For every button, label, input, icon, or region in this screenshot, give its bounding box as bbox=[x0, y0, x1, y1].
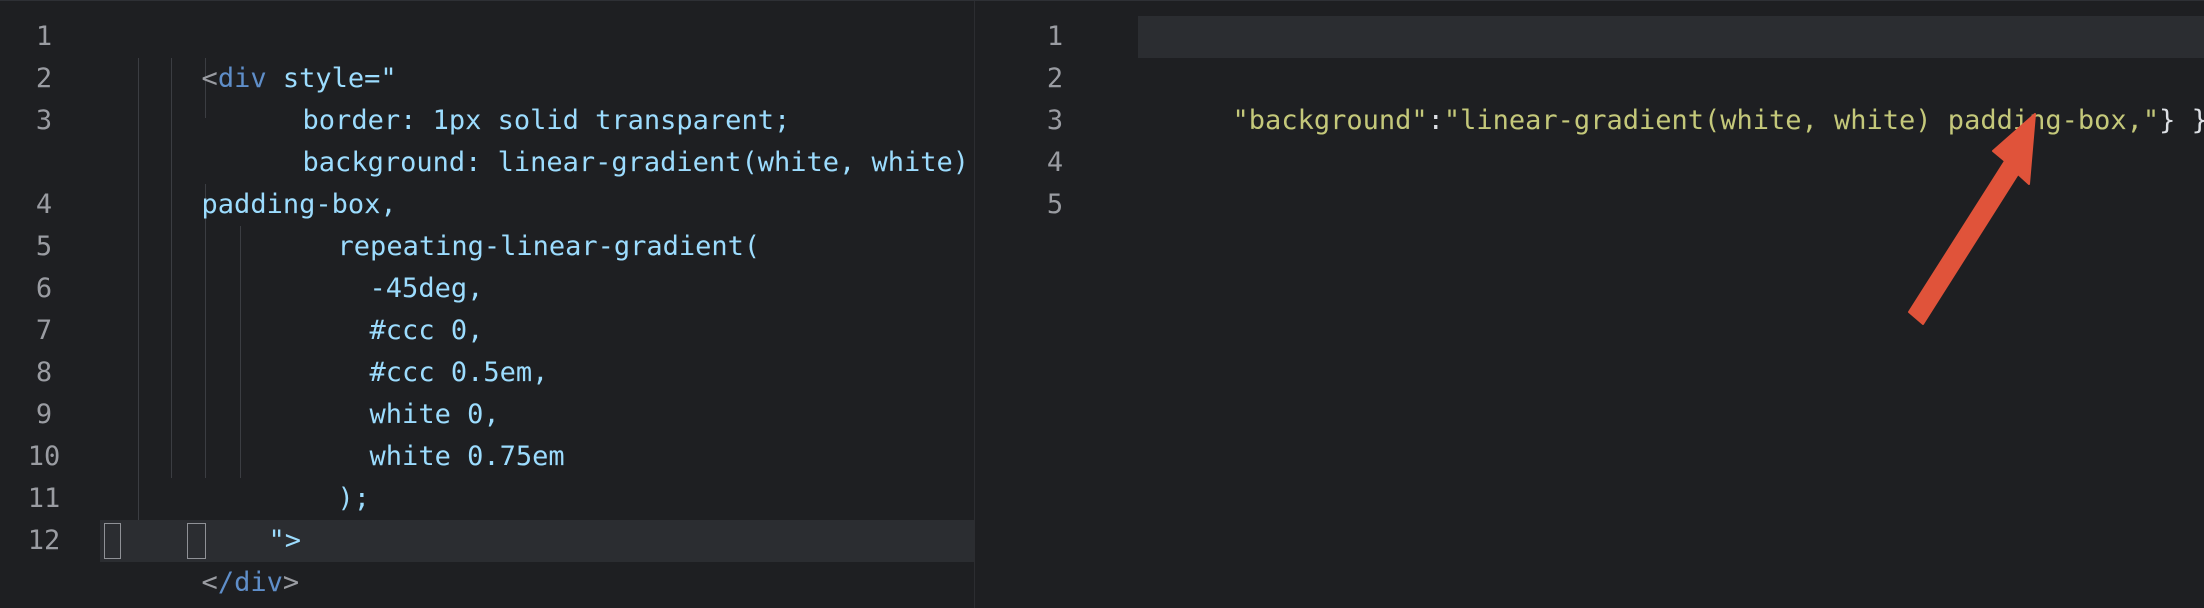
code-line: <div style=" bbox=[104, 16, 397, 94]
tag-bracket: > bbox=[282, 567, 300, 598]
line-number: 5 bbox=[35, 231, 53, 262]
line-number: 12 bbox=[27, 525, 61, 556]
json-colon: : bbox=[1427, 105, 1444, 136]
code-line: #ccc 0, bbox=[272, 268, 484, 346]
code-line: ); bbox=[240, 436, 371, 514]
line-number: 1 bbox=[1046, 21, 1064, 52]
line-number: 3 bbox=[35, 105, 53, 136]
code-line: "> bbox=[171, 478, 302, 556]
current-line-highlight bbox=[1138, 16, 2204, 58]
line-number: 10 bbox=[27, 441, 61, 472]
line-number: 8 bbox=[35, 357, 53, 388]
line-number: 9 bbox=[35, 399, 53, 430]
editor-window: 1 2 3 4 5 6 7 8 9 10 11 12 <div style=" … bbox=[0, 0, 2204, 608]
css-text: white 0.75em bbox=[369, 441, 565, 472]
line-number: 4 bbox=[35, 189, 53, 220]
line-number: 3 bbox=[1046, 105, 1064, 136]
line-number: 4 bbox=[1046, 147, 1064, 178]
code-line: repeating-linear-gradient( bbox=[240, 184, 761, 262]
code-line: -45deg, bbox=[272, 226, 484, 304]
indent-guide bbox=[171, 58, 172, 478]
code-line: white 0, bbox=[272, 352, 500, 430]
tag-bracket: < bbox=[201, 567, 218, 598]
css-text: background: linear-gradient(white, white… bbox=[302, 147, 970, 178]
tag-name: /div bbox=[217, 567, 283, 598]
code-line: white 0.75em bbox=[272, 394, 565, 472]
line-number: 1 bbox=[35, 21, 53, 52]
left-editor-pane[interactable]: 1 2 3 4 5 6 7 8 9 10 11 12 <div style=" … bbox=[0, 1, 1000, 608]
bracket-match-box bbox=[104, 523, 121, 559]
line-number: 6 bbox=[35, 273, 53, 304]
bracket-match-box bbox=[187, 523, 206, 559]
code-line: border: 1px solid transparent; bbox=[205, 58, 791, 136]
line-number: 2 bbox=[35, 63, 53, 94]
code-line: "background":"linear-gradient(white, whi… bbox=[1135, 58, 2204, 136]
line-number: 7 bbox=[35, 315, 53, 346]
code-line: #ccc 0.5em, bbox=[272, 310, 549, 388]
line-number: 5 bbox=[1046, 189, 1064, 220]
indent-guide bbox=[205, 184, 206, 478]
line-number: 2 bbox=[1046, 63, 1064, 94]
css-text: ); bbox=[337, 483, 371, 514]
right-editor-pane[interactable]: 1 2 3 4 5 "background":"linear-gradient(… bbox=[974, 1, 2204, 608]
json-tail: } })) bbox=[2159, 105, 2204, 136]
line-number: 11 bbox=[27, 483, 61, 514]
json-key: "background" bbox=[1232, 105, 1428, 136]
red-arrow-icon bbox=[1908, 113, 2036, 325]
code-line-wrapped: padding-box, bbox=[104, 142, 397, 220]
code-line: background: linear-gradient(white, white… bbox=[205, 100, 969, 178]
